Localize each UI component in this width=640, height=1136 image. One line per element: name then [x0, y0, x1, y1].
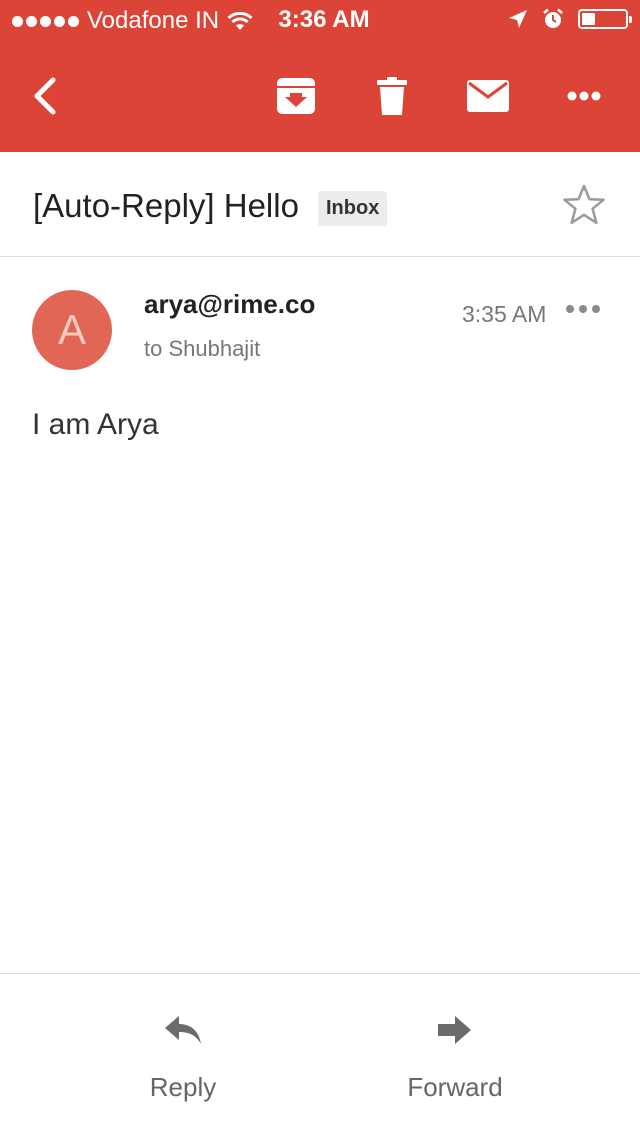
back-button[interactable]	[16, 40, 72, 152]
status-right	[508, 8, 632, 30]
reply-icon	[165, 1016, 201, 1044]
more-options-icon	[567, 91, 601, 101]
star-icon	[563, 184, 605, 225]
more-dot	[579, 305, 587, 313]
battery-level	[582, 13, 595, 25]
sender-email[interactable]: arya@rime.co	[144, 287, 315, 321]
label-chip-inbox[interactable]: Inbox	[318, 191, 388, 226]
status-bar: Vodafone IN 3:36 AM	[0, 0, 640, 40]
message-time: 3:35 AM	[462, 301, 547, 327]
more-options-button[interactable]	[556, 40, 612, 152]
delete-button[interactable]	[364, 40, 420, 152]
toolbar	[0, 40, 640, 152]
avatar[interactable]: A	[32, 290, 112, 370]
star-button[interactable]	[562, 183, 606, 232]
alarm-icon	[543, 8, 563, 28]
delete-icon	[377, 77, 407, 115]
email-subject: [Auto-Reply] Hello	[33, 187, 299, 224]
bottom-action-bar: Reply Forward	[0, 973, 640, 1136]
message-body: I am Arya	[32, 408, 159, 441]
reply-label: Reply	[149, 1072, 217, 1102]
forward-label: Forward	[407, 1072, 503, 1102]
more-dot	[592, 305, 600, 313]
forward-button[interactable]: Forward	[355, 974, 555, 1136]
archive-button[interactable]	[268, 40, 324, 152]
more-dot	[566, 305, 574, 313]
reply-button[interactable]: Reply	[83, 974, 283, 1136]
mark-unread-button[interactable]	[460, 40, 516, 152]
back-icon	[34, 77, 56, 115]
mark-unread-icon	[467, 80, 509, 112]
location-arrow-icon	[509, 10, 527, 28]
recipient-line[interactable]: to Shubhajit	[144, 335, 260, 363]
archive-icon	[277, 78, 315, 114]
message-more-button[interactable]	[566, 305, 600, 313]
forward-icon	[438, 1016, 471, 1044]
battery-icon	[578, 9, 632, 29]
